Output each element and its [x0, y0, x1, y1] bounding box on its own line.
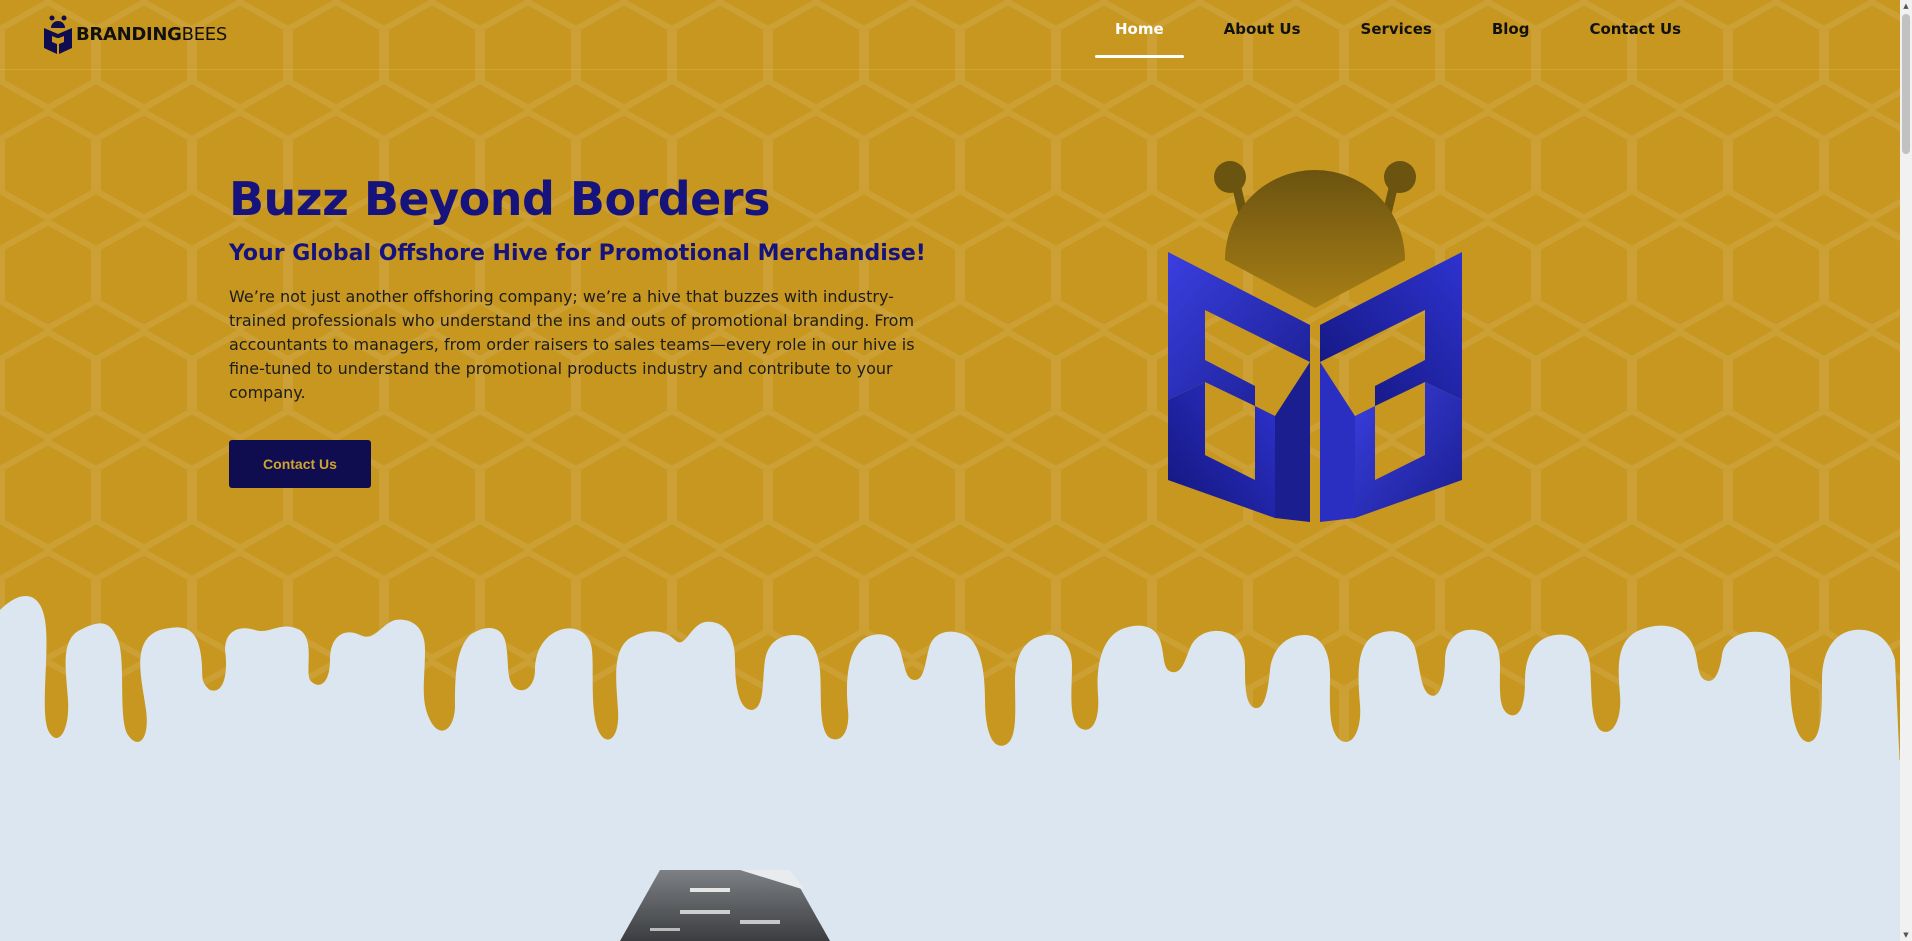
nav-item-home[interactable]: Home: [1095, 0, 1184, 58]
bee-logo-icon: [44, 15, 72, 54]
vertical-scrollbar[interactable]: ▲ ▼: [1900, 0, 1912, 941]
nav-item-blog[interactable]: Blog: [1472, 0, 1550, 58]
nav-item-services[interactable]: Services: [1341, 0, 1452, 58]
scroll-down-icon[interactable]: ▼: [1900, 929, 1912, 941]
brand-logo[interactable]: BRANDINGBEES: [42, 14, 227, 54]
hero-title: Buzz Beyond Borders: [229, 172, 770, 226]
brand-name: BRANDINGBEES: [76, 23, 227, 45]
bee-emblem-icon: [1168, 161, 1462, 522]
nav-item-contact-us[interactable]: Contact Us: [1569, 0, 1701, 58]
top-navbar: BRANDINGBEES Home About Us Services Blog…: [0, 0, 1900, 70]
nav-item-about-us[interactable]: About Us: [1204, 0, 1321, 58]
honey-drip-divider: [0, 596, 1900, 770]
scroll-up-icon[interactable]: ▲: [1900, 0, 1912, 12]
main-nav: Home About Us Services Blog Contact Us: [1095, 0, 1721, 58]
office-photo: [620, 870, 830, 941]
scrollbar-thumb[interactable]: [1902, 14, 1910, 154]
hero-description: We’re not just another offshoring compan…: [229, 287, 915, 402]
hero-subtitle: Your Global Offshore Hive for Promotiona…: [229, 241, 926, 266]
contact-us-button[interactable]: Contact Us: [229, 440, 371, 488]
